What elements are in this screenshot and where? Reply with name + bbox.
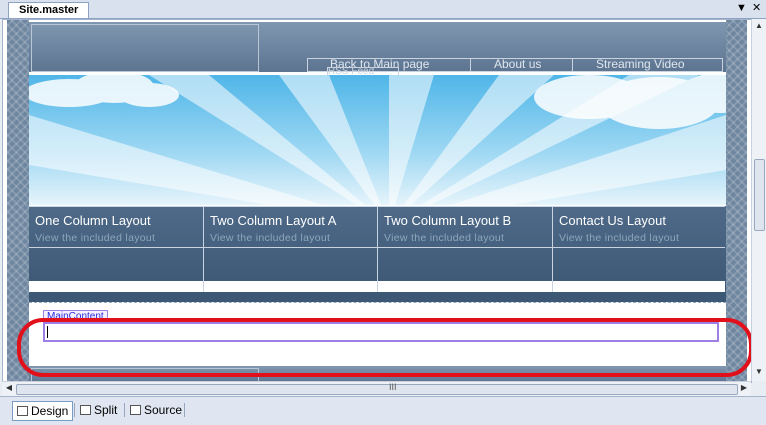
- divider: [204, 247, 377, 248]
- menu-cell-subtitle: View the included layout: [35, 232, 156, 244]
- horizontal-scrollbar[interactable]: ◀ III ▶: [2, 381, 751, 396]
- scroll-left-arrow-icon[interactable]: ◀: [2, 383, 16, 392]
- design-view-button[interactable]: Design: [12, 401, 74, 421]
- layout-menu: One Column Layout View the included layo…: [29, 206, 726, 293]
- view-switcher-bar: Design Split Source: [0, 396, 766, 425]
- page-header: Back to Main page About us Streaming Vid…: [29, 22, 726, 72]
- horizontal-scroll-thumb[interactable]: III: [16, 382, 738, 395]
- design-view-icon: [17, 406, 28, 416]
- nav-divider: [572, 59, 573, 71]
- design-surface[interactable]: Back to Main page About us Streaming Vid…: [2, 19, 752, 383]
- nav-divider: [470, 59, 471, 71]
- design-view-label: Design: [31, 404, 69, 418]
- divider: [378, 247, 552, 248]
- split-view-icon: [80, 405, 91, 415]
- menu-cell-contact-us[interactable]: Contact Us Layout View the included layo…: [553, 206, 725, 293]
- menu-cell-two-column-b[interactable]: Two Column Layout B View the included la…: [378, 206, 553, 293]
- menu-cell-title: Two Column Layout A: [210, 213, 337, 228]
- menu-cell-subtitle: View the included layout: [384, 232, 505, 244]
- scroll-down-arrow-icon[interactable]: ▼: [752, 367, 766, 376]
- divider: [74, 403, 75, 417]
- menu-cell-subtitle: View the included layout: [559, 232, 680, 244]
- close-icon[interactable]: ✕: [752, 1, 761, 16]
- menu-cell-title: One Column Layout: [35, 213, 151, 228]
- menu-cell-two-column-a[interactable]: Two Column Layout A View the included la…: [204, 206, 378, 293]
- menu-cell-one-column[interactable]: One Column Layout View the included layo…: [29, 206, 204, 293]
- source-view-icon: [130, 405, 141, 415]
- logo-placeholder[interactable]: [31, 24, 259, 72]
- vertical-scroll-thumb[interactable]: [754, 159, 765, 231]
- sky-banner-image: [29, 75, 726, 205]
- menu-cell-subtitle: View the included layout: [210, 232, 331, 244]
- nav-link-about-us[interactable]: About us: [494, 57, 541, 71]
- split-view-button[interactable]: Split: [76, 401, 121, 419]
- divider: [29, 247, 203, 248]
- divider: [124, 403, 125, 417]
- vertical-scrollbar[interactable]: ▲ ▼: [751, 19, 766, 381]
- document-tab-site-master[interactable]: Site.master: [8, 2, 90, 18]
- source-view-button[interactable]: Source: [126, 401, 186, 419]
- divider: [553, 247, 725, 248]
- menu-cell-title: Contact Us Layout: [559, 213, 666, 228]
- divider: [184, 403, 185, 417]
- document-tab-bar: Site.master ▼ ✕: [0, 0, 766, 19]
- sunburst-rays-graphic: [29, 75, 726, 205]
- scroll-right-arrow-icon[interactable]: ▶: [737, 383, 751, 392]
- split-view-label: Split: [94, 403, 118, 417]
- dashed-separator: [29, 302, 726, 307]
- chevron-down-icon[interactable]: ▼: [736, 1, 747, 16]
- nav-link-streaming-video[interactable]: Streaming Video: [596, 57, 685, 71]
- scroll-up-arrow-icon[interactable]: ▲: [752, 21, 766, 30]
- source-view-label: Source: [144, 403, 183, 417]
- menu-cell-title: Two Column Layout B: [384, 213, 512, 228]
- red-highlight-annotation: [17, 318, 751, 377]
- menu-bottom-strip: [29, 292, 726, 302]
- scroll-grip-icon: III: [389, 382, 397, 392]
